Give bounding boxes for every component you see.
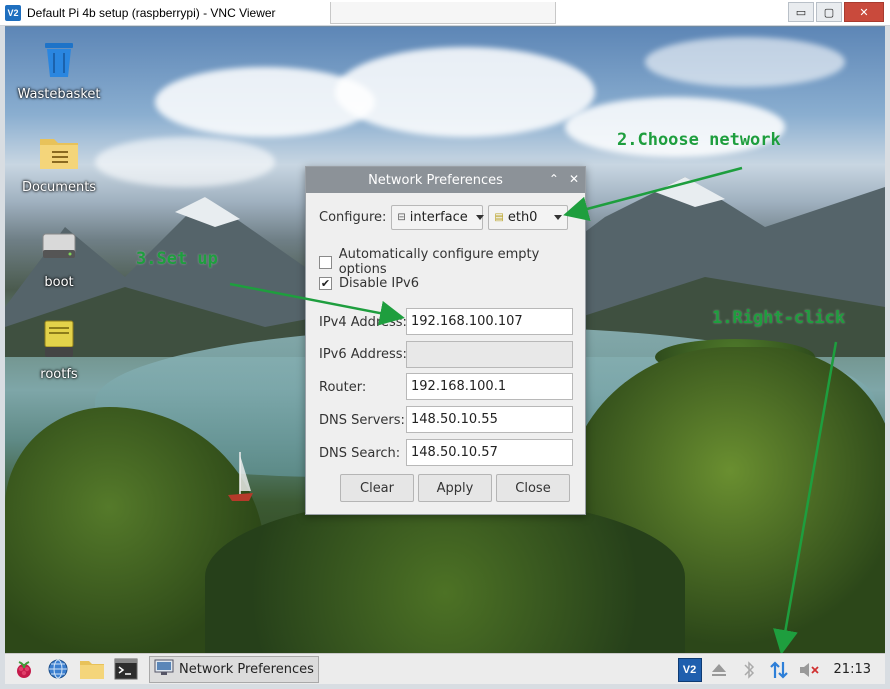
dialog-titlebar[interactable]: Network Preferences ⌃ ✕ bbox=[306, 167, 585, 193]
network-interface-icon: ⊟ bbox=[397, 212, 406, 223]
drive-icon bbox=[37, 317, 81, 361]
wastebasket-icon bbox=[37, 37, 81, 81]
configure-label: Configure: bbox=[319, 210, 387, 225]
system-tray: V2 21:13 bbox=[676, 654, 885, 685]
close-button[interactable]: ✕ bbox=[844, 2, 884, 22]
annotation-step2: 2.Choose network bbox=[617, 130, 781, 150]
network-preferences-dialog: Network Preferences ⌃ ✕ Configure: ⊟ int… bbox=[305, 166, 586, 515]
wallpaper-sailboat bbox=[228, 452, 253, 501]
file-manager-icon[interactable] bbox=[77, 656, 107, 683]
disable-ipv6-checkbox[interactable]: ✔ bbox=[319, 277, 332, 290]
dialog-close-icon[interactable]: ✕ bbox=[569, 172, 579, 186]
configure-interface-select[interactable]: ▤ eth0 bbox=[488, 205, 569, 230]
drive-icon bbox=[37, 225, 81, 269]
vnc-titlebar: V2 Default Pi 4b setup (raspberrypi) - V… bbox=[0, 0, 890, 26]
bluetooth-icon[interactable] bbox=[734, 656, 764, 683]
wallpaper-cloud bbox=[335, 47, 595, 137]
auto-configure-label: Automatically configure empty options bbox=[338, 247, 540, 277]
ipv6-address-label: IPv6 Address: bbox=[319, 347, 407, 362]
minimize-button[interactable]: ▭ bbox=[788, 2, 814, 22]
auto-configure-checkbox[interactable] bbox=[319, 255, 332, 269]
configure-interface-value: eth0 bbox=[507, 210, 538, 225]
apply-button[interactable]: Apply bbox=[418, 474, 492, 502]
network-preferences-icon bbox=[154, 658, 174, 680]
clear-button[interactable]: Clear bbox=[340, 474, 414, 502]
folder-icon bbox=[37, 130, 81, 174]
vnc-tray-label: V2 bbox=[677, 657, 702, 682]
desktop-icon-label: Documents bbox=[21, 180, 97, 195]
dns-servers-input[interactable] bbox=[406, 406, 573, 433]
disable-ipv6-row[interactable]: ✔ Disable IPv6 bbox=[319, 276, 419, 291]
raspberry-menu-icon[interactable] bbox=[9, 656, 39, 683]
dns-search-label: DNS Search: bbox=[319, 446, 401, 461]
ethernet-icon: ▤ bbox=[494, 212, 504, 223]
chevron-down-icon bbox=[475, 215, 484, 220]
window-frame-right bbox=[885, 26, 890, 684]
vnc-logo-icon: V2 bbox=[5, 4, 21, 21]
taskbar: Network Preferences V2 21:13 bbox=[5, 653, 885, 684]
taskbar-task-network-preferences[interactable]: Network Preferences bbox=[149, 655, 319, 683]
desktop-icon-rootfs[interactable]: rootfs bbox=[9, 317, 109, 382]
window-title: Default Pi 4b setup (raspberrypi) - VNC … bbox=[27, 5, 276, 20]
dialog-title: Network Preferences bbox=[368, 172, 503, 188]
dialog-minimize-icon[interactable]: ⌃ bbox=[549, 172, 559, 186]
configure-type-value: interface bbox=[409, 210, 468, 225]
vnc-toolbar-tab[interactable] bbox=[330, 2, 556, 24]
desktop-icon-documents[interactable]: Documents bbox=[9, 130, 109, 195]
window-frame-bottom bbox=[0, 684, 890, 689]
close-dialog-button[interactable]: Close bbox=[496, 474, 570, 502]
auto-configure-row[interactable]: Automatically configure empty options bbox=[319, 247, 585, 277]
dns-search-input[interactable] bbox=[406, 439, 573, 466]
ipv6-address-input[interactable] bbox=[406, 341, 573, 368]
terminal-icon[interactable] bbox=[111, 656, 141, 683]
dns-servers-label: DNS Servers: bbox=[319, 413, 405, 428]
configure-row: Configure: ⊟ interface ▤ eth0 bbox=[319, 205, 569, 230]
ipv4-address-input[interactable] bbox=[406, 308, 573, 335]
volume-muted-icon[interactable] bbox=[794, 656, 824, 683]
network-arrows-icon[interactable] bbox=[764, 656, 794, 683]
router-input[interactable] bbox=[406, 373, 573, 400]
desktop-icon-wastebasket[interactable]: Wastebasket bbox=[9, 37, 109, 102]
annotation-step3: 3.Set up bbox=[136, 249, 218, 269]
annotation-step1: 1.Right-click bbox=[712, 308, 846, 328]
maximize-button[interactable]: ▢ bbox=[816, 2, 842, 22]
desktop-icon-boot[interactable]: boot bbox=[9, 225, 109, 290]
desktop-icon-label: boot bbox=[44, 275, 74, 290]
vnc-tray-icon[interactable]: V2 bbox=[676, 656, 704, 683]
chevron-down-icon bbox=[554, 215, 563, 220]
eject-icon[interactable] bbox=[704, 656, 734, 683]
wallpaper-cloud bbox=[645, 37, 845, 87]
desktop-icon-label: Wastebasket bbox=[17, 87, 101, 102]
router-label: Router: bbox=[319, 380, 367, 395]
taskbar-task-label: Network Preferences bbox=[179, 661, 314, 677]
configure-type-select[interactable]: ⊟ interface bbox=[391, 205, 484, 230]
web-browser-icon[interactable] bbox=[43, 656, 73, 683]
ipv4-address-label: IPv4 Address: bbox=[319, 315, 407, 330]
desktop-icon-label: rootfs bbox=[40, 367, 78, 382]
taskbar-clock: 21:13 bbox=[833, 662, 871, 677]
window-controls: ▭ ▢ ✕ bbox=[788, 2, 884, 22]
wallpaper-forest bbox=[205, 497, 685, 653]
disable-ipv6-label: Disable IPv6 bbox=[339, 276, 419, 291]
